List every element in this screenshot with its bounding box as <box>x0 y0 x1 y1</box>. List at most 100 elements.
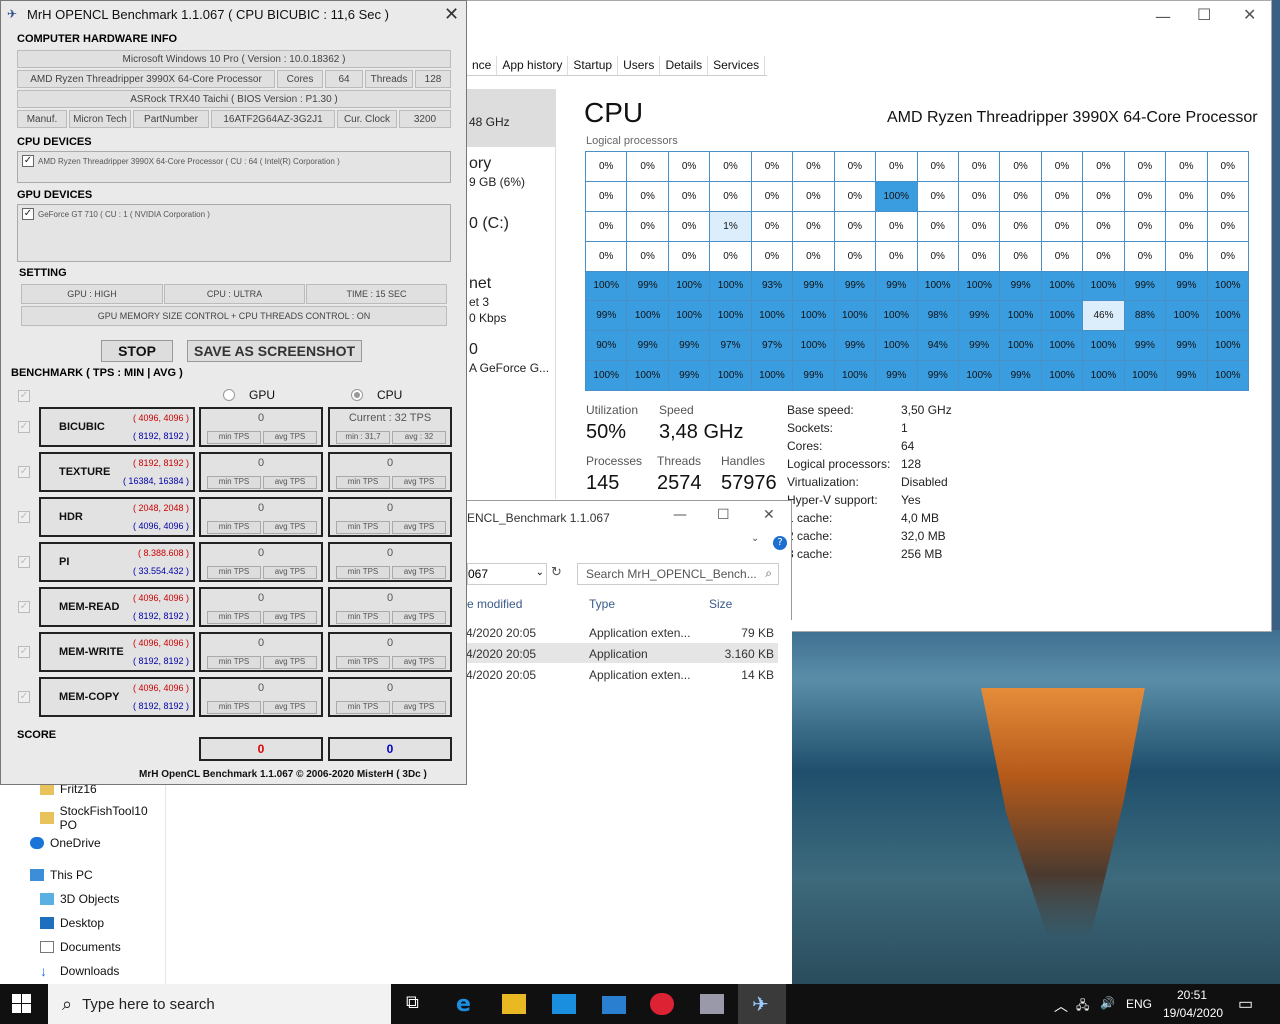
benchmark-row[interactable]: MEM-COPY ( 4096, 4096 ) ( 8192, 8192 ) <box>39 677 195 717</box>
sidebar-item-ethernet[interactable]: net <box>469 275 491 293</box>
nav-item-stockfish[interactable]: StockFishTool10 PO <box>40 804 165 832</box>
utilization-value: 50% <box>586 421 627 443</box>
benchmark-checkbox[interactable]: ✓ <box>18 646 30 658</box>
nav-item-desktop[interactable]: Desktop <box>40 916 104 930</box>
language-indicator[interactable]: ENG <box>1126 997 1152 1011</box>
gpu-setting[interactable]: GPU : HIGH <box>21 284 163 304</box>
gpu-radio[interactable] <box>223 389 235 401</box>
benchmark-size-blue: ( 33.554.432 ) <box>132 566 189 576</box>
processor-cell: 0% <box>793 211 834 241</box>
table-row[interactable]: 4/2020 20:05 Application exten... 14 KB <box>466 664 778 684</box>
benchmark-row[interactable]: BICUBIC ( 4096, 4096 ) ( 8192, 8192 ) <box>39 407 195 447</box>
nav-item-downloads[interactable]: ↓ Downloads <box>40 964 119 978</box>
close-icon[interactable]: ✕ <box>444 4 459 25</box>
benchmark-row[interactable]: MEM-READ ( 4096, 4096 ) ( 8192, 8192 ) <box>39 587 195 627</box>
benchmark-checkbox[interactable]: ✓ <box>18 691 30 703</box>
minimize-icon[interactable]: — <box>673 507 687 523</box>
windows-start-icon[interactable] <box>12 994 32 1014</box>
benchmark-checkbox[interactable]: ✓ <box>18 556 30 568</box>
task-view-icon[interactable]: ⧉ <box>406 992 430 1016</box>
chevron-up-icon[interactable]: ︿ <box>1054 996 1068 1016</box>
benchmark-row[interactable]: TEXTURE ( 8192, 8192 ) ( 16384, 16384 ) <box>39 452 195 492</box>
cores-value: 64 <box>325 70 363 88</box>
memory-setting[interactable]: GPU MEMORY SIZE CONTROL + CPU THREADS CO… <box>21 306 447 326</box>
benchmark-checkbox[interactable]: ✓ <box>18 466 30 478</box>
processor-cell: 0% <box>1041 181 1083 211</box>
cpu-radio[interactable] <box>351 389 363 401</box>
column-type[interactable]: Type <box>589 597 615 611</box>
cpu-setting[interactable]: CPU : ULTRA <box>164 284 305 304</box>
mail-icon[interactable] <box>602 996 626 1014</box>
file-explorer-icon[interactable] <box>502 994 526 1014</box>
processor-cell: 0% <box>834 152 876 181</box>
sidebar-item-disk[interactable]: 0 (C:) <box>469 215 509 233</box>
processor-cell: 88% <box>1124 301 1166 331</box>
tab-app-history[interactable]: App history <box>497 56 569 75</box>
sidebar-item-gpu[interactable]: 0 <box>469 341 478 359</box>
gpu-device-checkbox[interactable]: ✓ <box>22 208 34 220</box>
table-row[interactable]: 4/2020 20:05 Application 3.160 KB <box>466 643 778 663</box>
processor-cell: 0% <box>586 152 627 181</box>
tab-details[interactable]: Details <box>660 56 709 75</box>
benchmark-row[interactable]: HDR ( 2048, 2048 ) ( 4096, 4096 ) <box>39 497 195 537</box>
maximize-icon[interactable]: ☐ <box>717 507 730 523</box>
processor-cell: 0% <box>1000 241 1041 271</box>
close-icon[interactable]: ✕ <box>763 507 775 523</box>
save-screenshot-button[interactable]: SAVE AS SCREENSHOT <box>187 340 362 362</box>
benchmark-row[interactable]: PI ( 8.388.608 ) ( 33.554.432 ) <box>39 542 195 582</box>
stop-button[interactable]: STOP <box>101 340 173 362</box>
volume-icon[interactable]: 🔊 <box>1100 996 1115 1010</box>
processor-cell: 99% <box>834 271 876 301</box>
cpu-specs-values: 3,50 GHz 1 64 128 Disabled Yes 4,0 MB 32… <box>901 403 952 565</box>
cpu-device-checkbox[interactable]: ✓ <box>22 155 34 167</box>
nav-label: 3D Objects <box>60 892 120 906</box>
app-icon[interactable] <box>650 993 674 1015</box>
tab-services[interactable]: Services <box>708 56 766 75</box>
table-row[interactable]: 4/2020 20:05 Application exten... 79 KB <box>466 622 778 642</box>
benchmark-checkbox[interactable]: ✓ <box>18 511 30 523</box>
sidebar-item-memory[interactable]: ory <box>469 155 491 173</box>
app-icon[interactable] <box>700 994 724 1014</box>
clock-time[interactable]: 20:51 <box>1177 988 1207 1002</box>
benchmark-checkbox[interactable]: ✓ <box>18 421 30 433</box>
benchmark-checkbox[interactable]: ✓ <box>18 601 30 613</box>
nav-item-onedrive[interactable]: OneDrive <box>30 836 101 850</box>
address-bar[interactable]: 067 ⌄ <box>467 563 547 585</box>
column-date-modified[interactable]: e modified <box>467 597 522 611</box>
processor-cell: 0% <box>1041 241 1083 271</box>
taskbar-search-box[interactable]: ⌕ Type here to search <box>48 984 391 1024</box>
benchmark-row[interactable]: MEM-WRITE ( 4096, 4096 ) ( 8192, 8192 ) <box>39 632 195 672</box>
spec-key: Hyper-V support: <box>787 493 878 507</box>
processor-cell: 100% <box>1000 331 1041 361</box>
maximize-icon[interactable]: ☐ <box>1197 5 1211 24</box>
nav-item-documents[interactable]: Documents <box>40 940 121 954</box>
network-icon[interactable]: 🖧 <box>1076 996 1089 1017</box>
tab-users[interactable]: Users <box>618 56 661 75</box>
cpu-min-tps: min TPS <box>336 701 390 714</box>
help-icon[interactable]: ? <box>773 536 787 550</box>
file-size: 79 KB <box>741 626 774 640</box>
close-icon[interactable]: ✕ <box>1243 5 1256 24</box>
nav-item-3d-objects[interactable]: 3D Objects <box>40 892 119 906</box>
processor-cell: 0% <box>1124 241 1166 271</box>
tab-performance[interactable]: nce <box>467 56 498 75</box>
processor-cell: 90% <box>586 331 627 361</box>
notification-icon[interactable]: ▭ <box>1238 994 1253 1014</box>
benchmark-name: MEM-COPY <box>59 691 120 703</box>
search-input[interactable]: Search MrH_OPENCL_Bench... ⌕ <box>577 563 779 585</box>
column-size[interactable]: Size <box>709 597 732 611</box>
minimize-icon[interactable]: — <box>1155 7 1171 26</box>
cpu-avg-tps: avg : 32 <box>392 431 446 444</box>
chevron-down-icon[interactable]: ⌄ <box>751 533 759 544</box>
edge-icon[interactable]: e <box>456 992 480 1017</box>
time-setting[interactable]: TIME : 15 SEC <box>306 284 447 304</box>
nav-item-this-pc[interactable]: This PC <box>30 868 93 882</box>
refresh-icon[interactable]: ↻ <box>551 565 562 580</box>
tab-startup[interactable]: Startup <box>568 56 619 75</box>
select-all-checkbox[interactable]: ✓ <box>18 390 30 402</box>
clock-date[interactable]: 19/04/2020 <box>1163 1006 1223 1020</box>
processor-cell: 0% <box>710 241 751 271</box>
store-icon[interactable] <box>552 994 576 1014</box>
benchmark-size-red: ( 8.388.608 ) <box>137 548 189 558</box>
benchmark-taskbar-button[interactable]: ✈ <box>738 984 786 1024</box>
